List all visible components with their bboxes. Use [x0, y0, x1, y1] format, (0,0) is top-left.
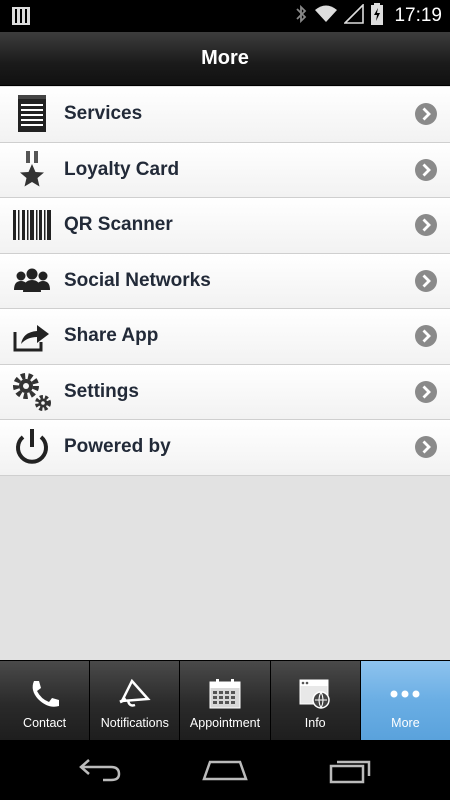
- sim-card-icon: [12, 7, 30, 30]
- status-bar: 17:19: [0, 0, 450, 32]
- calendar-icon: [209, 677, 241, 711]
- menu-item-label: Share App: [64, 325, 159, 347]
- recent-apps-button[interactable]: [320, 754, 380, 786]
- chevron-right-icon: [415, 269, 437, 292]
- browser-globe-icon: [299, 677, 331, 711]
- menu-item-loyalty-card[interactable]: Loyalty Card: [0, 142, 450, 198]
- menu-item-social-networks[interactable]: Social Networks: [0, 253, 450, 309]
- title-bar: More: [0, 32, 450, 86]
- back-button[interactable]: [70, 754, 130, 786]
- menu-item-label: Social Networks: [64, 269, 211, 291]
- bluetooth-icon: [294, 4, 308, 29]
- menu-item-settings[interactable]: Settings: [0, 364, 450, 420]
- menu-item-label: QR Scanner: [64, 214, 173, 236]
- notepad-icon: [12, 94, 52, 134]
- gears-icon: [12, 372, 52, 412]
- battery-charging-icon: [370, 2, 384, 30]
- home-button[interactable]: [195, 754, 255, 786]
- menu-item-qr-scanner[interactable]: QR Scanner: [0, 198, 450, 254]
- tab-contact[interactable]: Contact: [0, 661, 91, 740]
- menu-item-label: Powered by: [64, 436, 171, 458]
- menu-list: Services Loyalty Card QR Scanner Social …: [0, 87, 450, 476]
- wifi-icon: [314, 4, 338, 29]
- signal-icon: [343, 2, 365, 29]
- menu-item-label: Loyalty Card: [64, 158, 180, 180]
- barcode-icon: [12, 205, 52, 245]
- menu-item-powered-by[interactable]: Powered by: [0, 420, 450, 476]
- chevron-right-icon: [415, 436, 437, 459]
- chevron-right-icon: [415, 158, 437, 181]
- more-dots-icon: [388, 677, 422, 711]
- share-arrow-icon: [12, 316, 52, 356]
- menu-item-share-app[interactable]: Share App: [0, 309, 450, 365]
- medal-star-icon: [12, 150, 52, 190]
- megaphone-icon: [118, 677, 152, 711]
- status-time: 17:19: [394, 5, 442, 26]
- menu-item-label: Services: [64, 103, 143, 125]
- chevron-right-icon: [415, 380, 437, 403]
- recent-apps-icon: [329, 760, 371, 784]
- tab-more[interactable]: More: [360, 661, 450, 740]
- tab-appointment[interactable]: Appointment: [180, 661, 271, 740]
- chevron-right-icon: [415, 103, 437, 126]
- home-icon: [202, 760, 248, 781]
- menu-item-services[interactable]: Services: [0, 87, 450, 143]
- tab-notifications[interactable]: Notifications: [90, 661, 181, 740]
- people-group-icon: [12, 261, 52, 301]
- tab-label: Contact: [23, 716, 67, 730]
- tab-label: More: [391, 716, 420, 730]
- bottom-tab-bar: Contact Notifications Appointment Info M…: [0, 660, 450, 740]
- phone-icon: [28, 677, 62, 711]
- page-title: More: [201, 47, 249, 69]
- system-navigation-bar: [0, 740, 450, 800]
- chevron-right-icon: [415, 325, 437, 348]
- power-icon: [12, 427, 52, 467]
- tab-label: Notifications: [100, 716, 169, 730]
- menu-item-label: Settings: [64, 380, 139, 402]
- tab-label: Appointment: [189, 716, 261, 730]
- tab-label: Info: [304, 716, 326, 730]
- back-arrow-icon: [79, 759, 121, 782]
- chevron-right-icon: [415, 214, 437, 237]
- tab-info[interactable]: Info: [270, 661, 361, 740]
